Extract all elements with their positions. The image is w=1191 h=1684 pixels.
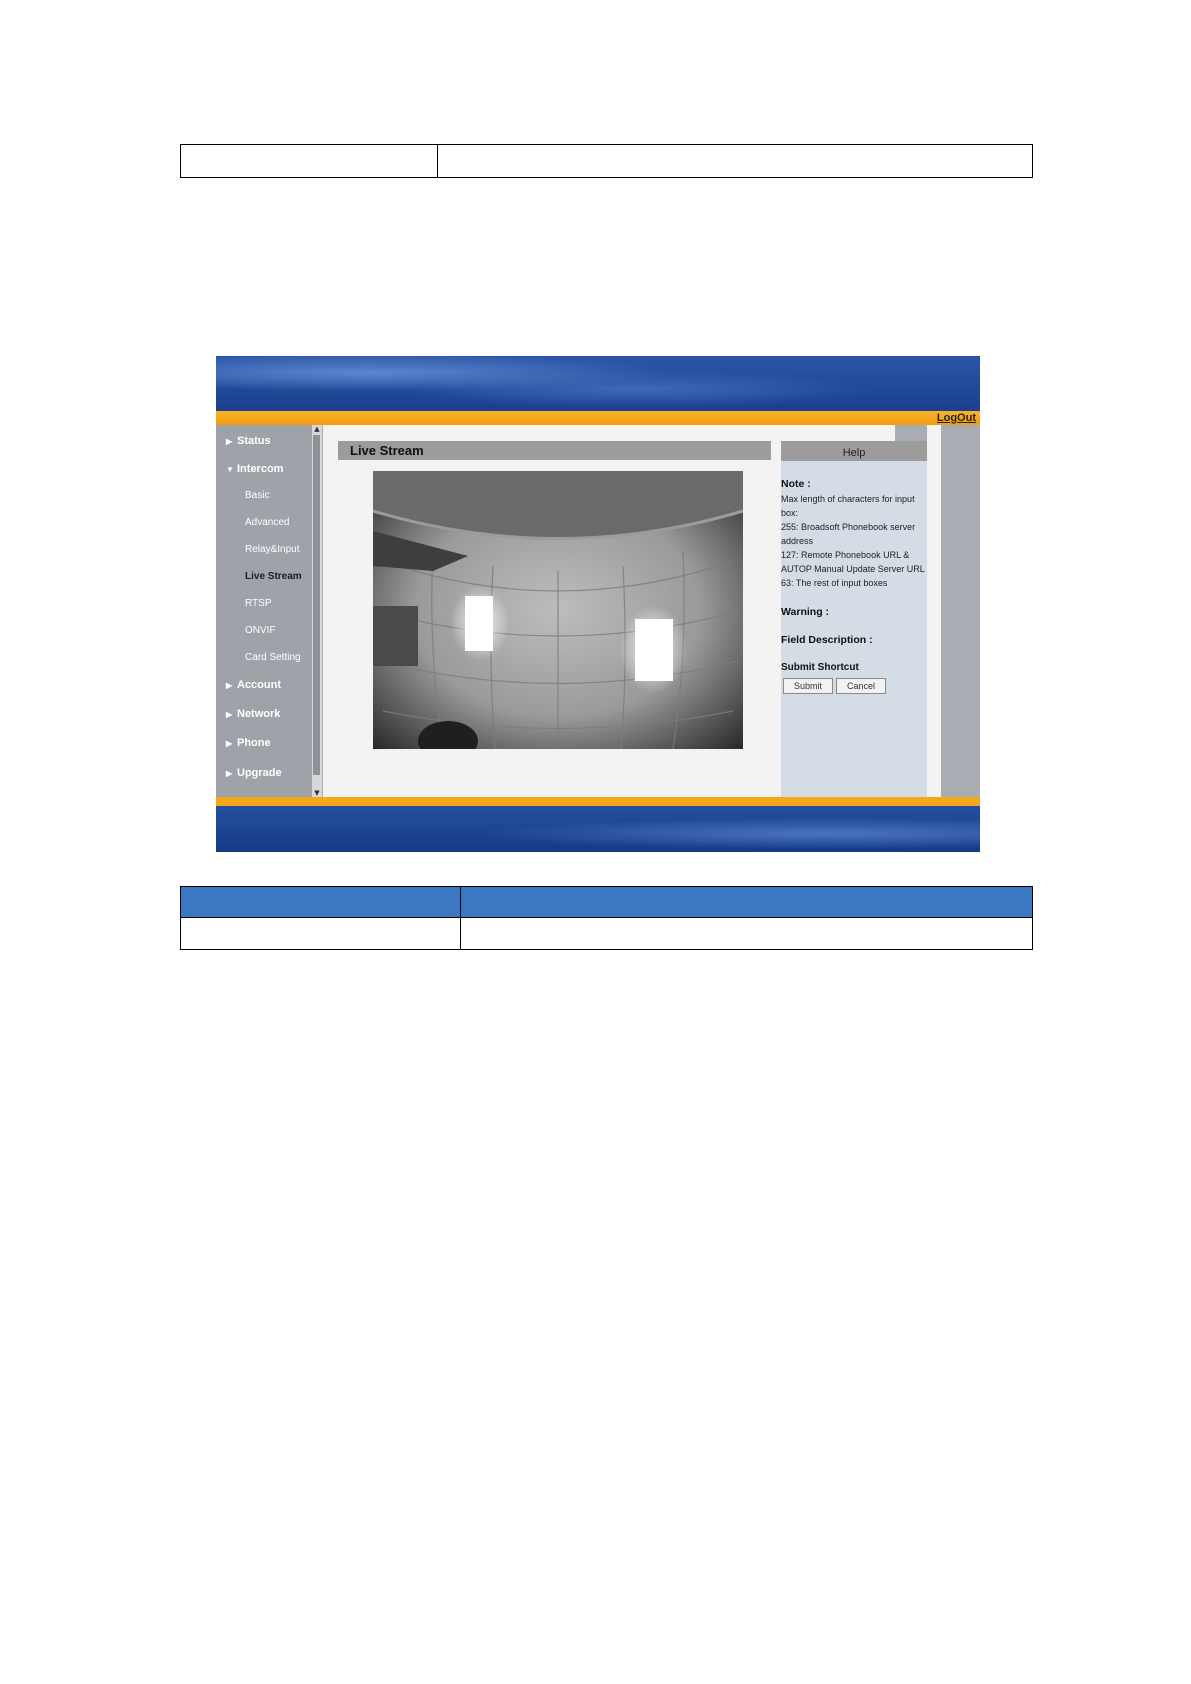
sidebar-scrollbar[interactable]: ▲ ▼ [312,425,322,797]
chevron-right-icon: ▶ [226,437,233,446]
sidebar-subitem-relay-input[interactable]: Relay&Input [245,544,299,555]
sidebar-item-upgrade[interactable]: ▶ Upgrade [226,767,282,779]
submit-shortcut-heading: Submit Shortcut [781,662,859,673]
table-header-cell [180,886,461,918]
footer-banner [216,806,980,852]
header-banner [216,356,980,411]
live-stream-video [373,471,743,749]
table-cell [460,917,1033,950]
chevron-down-icon: ▼ [226,465,234,474]
cancel-button[interactable]: Cancel [836,678,886,694]
table-cell [437,144,1033,178]
table-header-cell [460,886,1033,918]
sidebar-subitem-live-stream[interactable]: Live Stream [245,571,302,582]
sidebar-item-account[interactable]: ▶ Account [226,679,281,691]
logout-link[interactable]: LogOut [937,412,976,424]
help-title: Help [781,441,927,461]
scroll-up-icon[interactable]: ▲ [313,425,321,433]
table-cell [180,917,461,950]
sidebar-subitem-onvif[interactable]: ONVIF [245,625,276,636]
sidebar-item-status[interactable]: ▶ Status [226,435,271,447]
sidebar-item-phone[interactable]: ▶ Phone [226,737,271,749]
table-row [180,917,1033,950]
sidebar-item-network[interactable]: ▶ Network [226,708,280,720]
field-description-heading: Field Description : [781,634,873,646]
scrollbar-thumb[interactable] [313,435,320,775]
chevron-right-icon: ▶ [226,739,233,748]
right-margin [941,425,980,797]
chevron-right-icon: ▶ [226,769,233,778]
chevron-right-icon: ▶ [226,710,233,719]
top-table [180,144,1033,178]
sidebar-subitem-card-setting[interactable]: Card Setting [245,652,301,663]
sidebar-subitem-rtsp[interactable]: RTSP [245,598,272,609]
footer-stripe [216,797,980,806]
content-edge [927,425,941,797]
chevron-right-icon: ▶ [226,681,233,690]
sidebar-item-intercom[interactable]: ▼ Intercom [226,463,283,475]
table-cell [180,144,438,178]
scroll-down-icon[interactable]: ▼ [313,789,321,797]
web-ui-screenshot: LogOut ▶ Status ▼ Intercom Basic Advanced … [216,356,980,852]
camera-frame-image [373,471,743,749]
note-text: Max length of characters for input box: … [781,494,925,588]
sidebar-subitem-basic[interactable]: Basic [245,490,269,501]
page-title: Live Stream [338,441,771,460]
sidebar-subitem-advanced[interactable]: Advanced [245,517,289,528]
header-stripe [216,411,980,425]
table-header-row [180,886,1033,918]
bottom-table [180,886,1033,950]
note-heading: Note : [781,478,811,490]
sidebar: ▶ Status ▼ Intercom Basic Advanced Relay&I… [216,425,312,797]
submit-button[interactable]: Submit [783,678,833,694]
table-row [180,144,1033,178]
warning-heading: Warning : [781,606,830,618]
